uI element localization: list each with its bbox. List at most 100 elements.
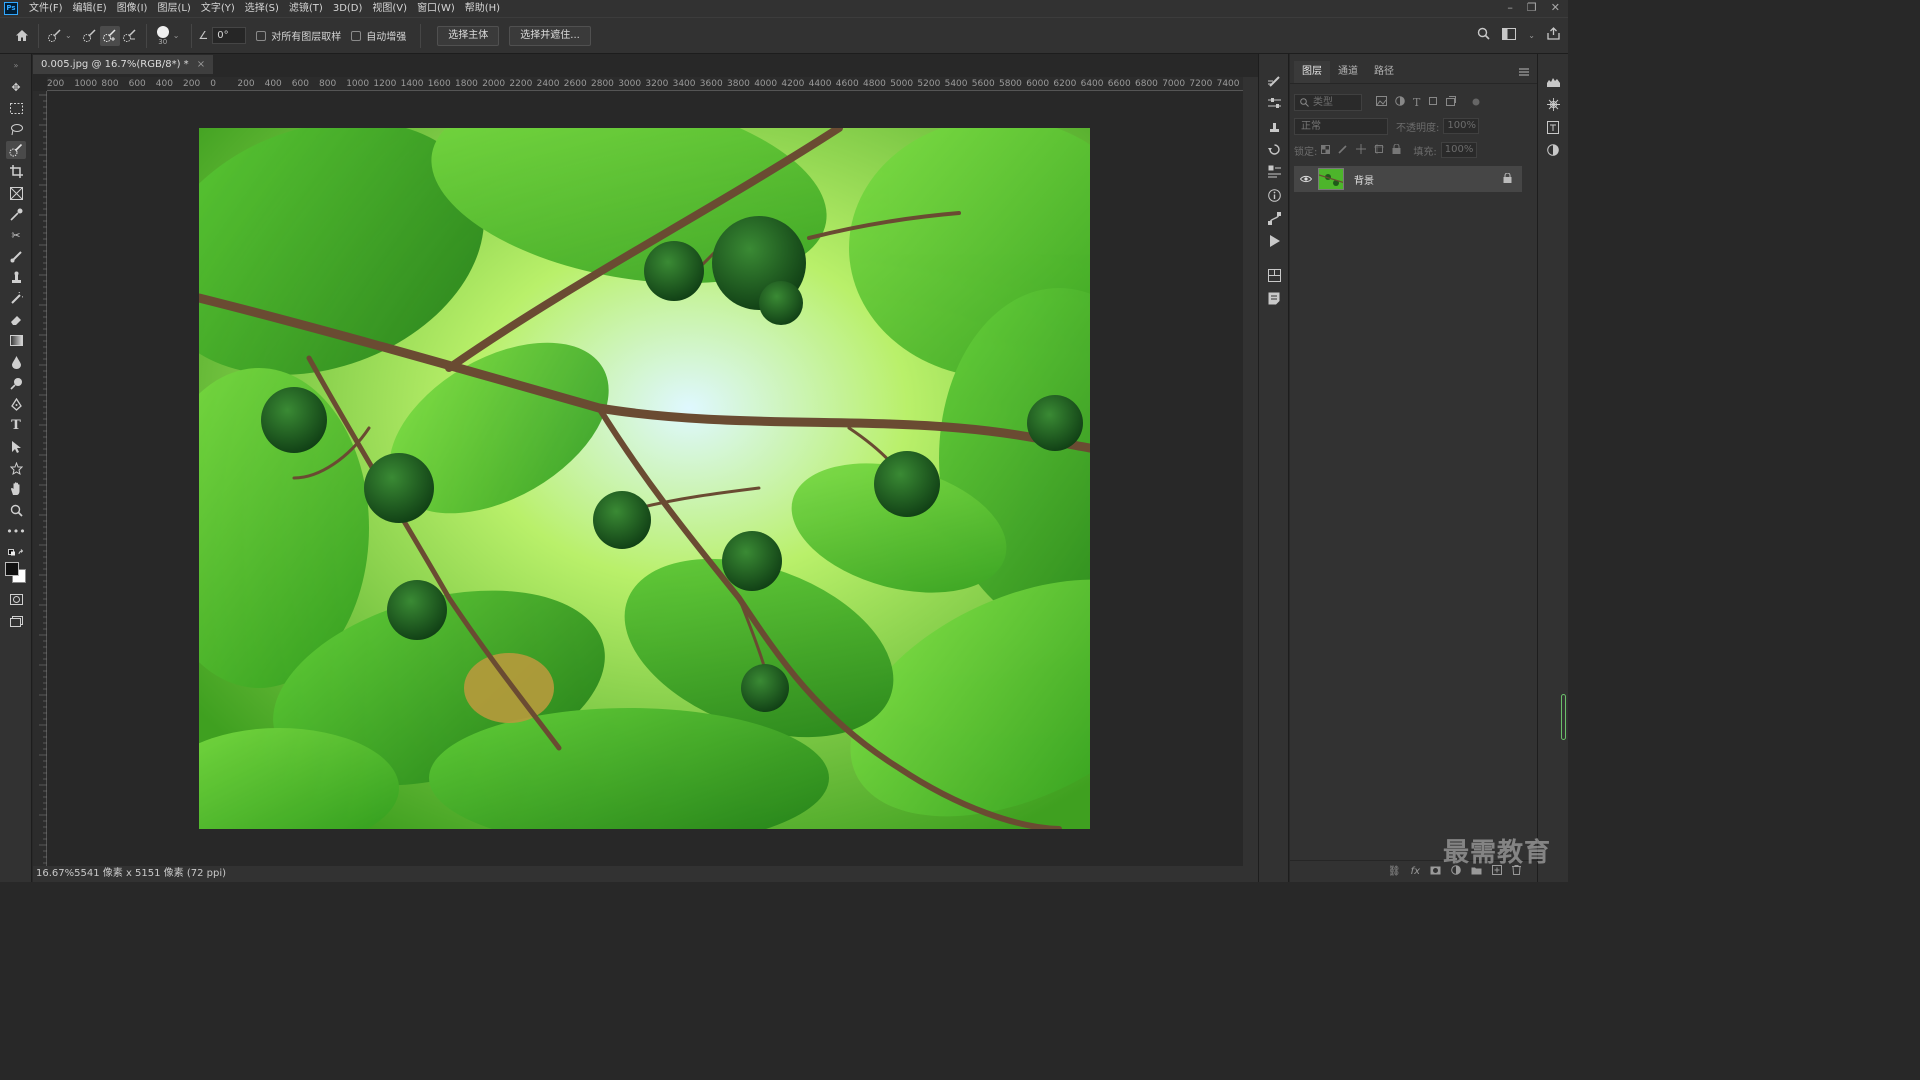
visibility-eye-icon[interactable]	[1299, 173, 1313, 186]
link-layers-icon[interactable]: ⛓	[1388, 866, 1401, 877]
add-mask-icon[interactable]	[1430, 866, 1441, 878]
marquee-tool-icon[interactable]	[6, 99, 26, 117]
quick-selection-tool-icon[interactable]	[6, 141, 26, 159]
pen-tool-icon[interactable]	[6, 395, 26, 413]
blend-mode-select[interactable]: 正常	[1294, 117, 1388, 135]
gradient-tool-icon[interactable]	[6, 331, 26, 349]
notes-icon[interactable]	[1265, 289, 1283, 307]
minimize-icon[interactable]: –	[1507, 0, 1513, 15]
document-image[interactable]	[199, 128, 1090, 829]
move-tool-icon[interactable]: ✥	[6, 78, 26, 96]
chevron-down-icon[interactable]: ⌄	[1528, 31, 1535, 40]
layer-name[interactable]: 背景	[1354, 172, 1503, 187]
filter-pixel-icon[interactable]	[1376, 95, 1387, 109]
hand-tool-icon[interactable]	[6, 480, 26, 498]
angle-input[interactable]: 0°	[212, 27, 247, 44]
scroll-indicator[interactable]	[1561, 694, 1566, 740]
shape-tool-icon[interactable]	[6, 459, 26, 477]
restore-icon[interactable]: ❐	[1527, 0, 1537, 15]
clone-source-icon[interactable]	[1265, 117, 1283, 135]
history-brush-tool-icon[interactable]	[6, 289, 26, 307]
select-subject-button[interactable]: 选择主体	[437, 25, 500, 46]
auto-enhance-checkbox[interactable]	[351, 30, 362, 41]
subtract-from-selection-icon[interactable]	[120, 26, 140, 46]
menu-type[interactable]: 文字(Y)	[196, 0, 240, 17]
healing-brush-tool-icon[interactable]: ✂	[6, 226, 26, 244]
brush-size-picker[interactable]: 30	[156, 25, 169, 46]
close-icon[interactable]: ✕	[1551, 0, 1560, 15]
blur-tool-icon[interactable]	[6, 353, 26, 371]
info-icon[interactable]	[1265, 186, 1283, 204]
select-and-mask-button[interactable]: 选择并遮住...	[509, 25, 591, 46]
tab-paths[interactable]: 路径	[1366, 61, 1402, 83]
filter-type-icon[interactable]: T	[1413, 96, 1420, 109]
lock-artboard-icon[interactable]	[1374, 143, 1385, 157]
canvas-area[interactable]	[47, 91, 1243, 866]
navigator-icon[interactable]	[1544, 95, 1562, 113]
close-tab-icon[interactable]: ×	[197, 55, 205, 74]
chevron-down-icon[interactable]: ⌄	[173, 31, 180, 40]
brush-preset-icon[interactable]	[1265, 72, 1283, 90]
vertical-scrollbar[interactable]	[1243, 77, 1258, 866]
collapse-icon[interactable]: »	[6, 56, 26, 74]
default-colors-icon[interactable]	[6, 544, 26, 562]
libraries-icon[interactable]	[1265, 266, 1283, 284]
crop-tool-icon[interactable]	[6, 162, 26, 180]
fx-icon[interactable]: fx	[1411, 866, 1420, 877]
type-tool-icon[interactable]: T	[6, 416, 26, 434]
color-swatches[interactable]	[4, 561, 30, 585]
add-to-selection-icon[interactable]	[99, 25, 120, 46]
horizontal-ruler[interactable]: 200 1000 800 600 400 200 0 200 400 600 800 1000 1200…	[47, 77, 1243, 91]
paths-icon[interactable]	[1265, 209, 1283, 227]
menu-file[interactable]: 文件(F)	[24, 0, 68, 17]
chevron-down-icon[interactable]: ⌄	[65, 31, 72, 40]
zoom-level[interactable]: 16.67%	[36, 868, 74, 879]
foreground-color-swatch[interactable]	[5, 562, 19, 576]
menu-view[interactable]: 视图(V)	[367, 0, 412, 17]
eyedropper-tool-icon[interactable]	[6, 205, 26, 223]
frame-tool-icon[interactable]	[6, 184, 26, 202]
menu-image[interactable]: 图像(I)	[112, 0, 153, 17]
lock-pixels-icon[interactable]	[1338, 144, 1348, 157]
layer-row-background[interactable]: 背景	[1294, 166, 1522, 192]
path-selection-tool-icon[interactable]	[6, 438, 26, 456]
home-icon[interactable]	[12, 26, 32, 46]
quick-mask-icon[interactable]	[6, 590, 26, 608]
panel-menu-icon[interactable]	[1519, 66, 1529, 79]
more-tools-icon[interactable]: •••	[6, 522, 26, 540]
document-tab[interactable]: 0.005.jpg @ 16.7%(RGB/8*) * ×	[33, 55, 214, 74]
tool-preset-picker-icon[interactable]	[45, 26, 65, 46]
share-icon[interactable]	[1547, 27, 1560, 43]
tab-channels[interactable]: 通道	[1330, 61, 1366, 83]
brush-tool-icon[interactable]	[6, 247, 26, 265]
sample-all-layers-checkbox[interactable]	[256, 30, 267, 41]
vertical-ruler[interactable]	[33, 91, 47, 866]
tab-layers[interactable]: 图层	[1294, 61, 1330, 83]
menu-select[interactable]: 选择(S)	[240, 0, 284, 17]
history-icon[interactable]	[1265, 140, 1283, 158]
clone-stamp-tool-icon[interactable]	[6, 268, 26, 286]
histogram-icon[interactable]	[1544, 72, 1562, 90]
search-icon[interactable]	[1477, 27, 1490, 43]
menu-filter[interactable]: 滤镜(T)	[284, 0, 328, 17]
filter-toggle-icon[interactable]	[1472, 96, 1480, 109]
menu-help[interactable]: 帮助(H)	[460, 0, 505, 17]
zoom-tool-icon[interactable]	[6, 501, 26, 519]
lasso-tool-icon[interactable]	[6, 120, 26, 138]
new-selection-icon[interactable]	[80, 26, 100, 46]
filter-adjustment-icon[interactable]	[1395, 95, 1405, 109]
filter-shape-icon[interactable]	[1428, 96, 1438, 109]
menu-edit[interactable]: 编辑(E)	[68, 0, 112, 17]
adjustments-sliders-icon[interactable]	[1265, 94, 1283, 112]
document-info[interactable]: 5541 像素 x 5151 像素 (72 ppi)	[74, 868, 226, 879]
menu-3d[interactable]: 3D(D)	[328, 0, 368, 17]
dodge-tool-icon[interactable]	[6, 374, 26, 392]
menu-layer[interactable]: 图层(L)	[152, 0, 195, 17]
fill-input[interactable]: 100%	[1440, 142, 1477, 158]
screen-mode-icon[interactable]	[6, 612, 26, 630]
actions-play-icon[interactable]	[1265, 232, 1283, 250]
lock-all-icon[interactable]	[1392, 143, 1401, 157]
workspace-icon[interactable]	[1502, 27, 1517, 43]
lock-transparency-icon[interactable]	[1321, 144, 1331, 157]
layer-filter-select[interactable]: 类型	[1294, 93, 1362, 111]
